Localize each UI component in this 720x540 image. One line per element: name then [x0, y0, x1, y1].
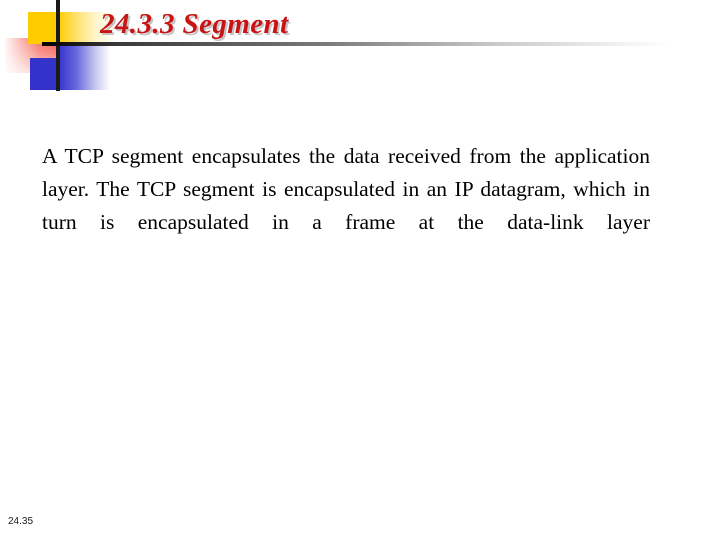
title-underline-rule [42, 42, 672, 46]
body-content: A TCP segment encapsulates the data rece… [42, 140, 650, 272]
slide: 24.3.3 Segment A TCP segment encapsulate… [0, 0, 720, 540]
blue-square-shape [30, 58, 58, 90]
body-paragraph: A TCP segment encapsulates the data rece… [42, 144, 650, 234]
yellow-square-shape [28, 12, 58, 44]
blue-gradient-strip-shape [58, 46, 110, 90]
slide-title: 24.3.3 Segment [100, 8, 289, 40]
footer-page-number: 24.35 [8, 516, 34, 527]
